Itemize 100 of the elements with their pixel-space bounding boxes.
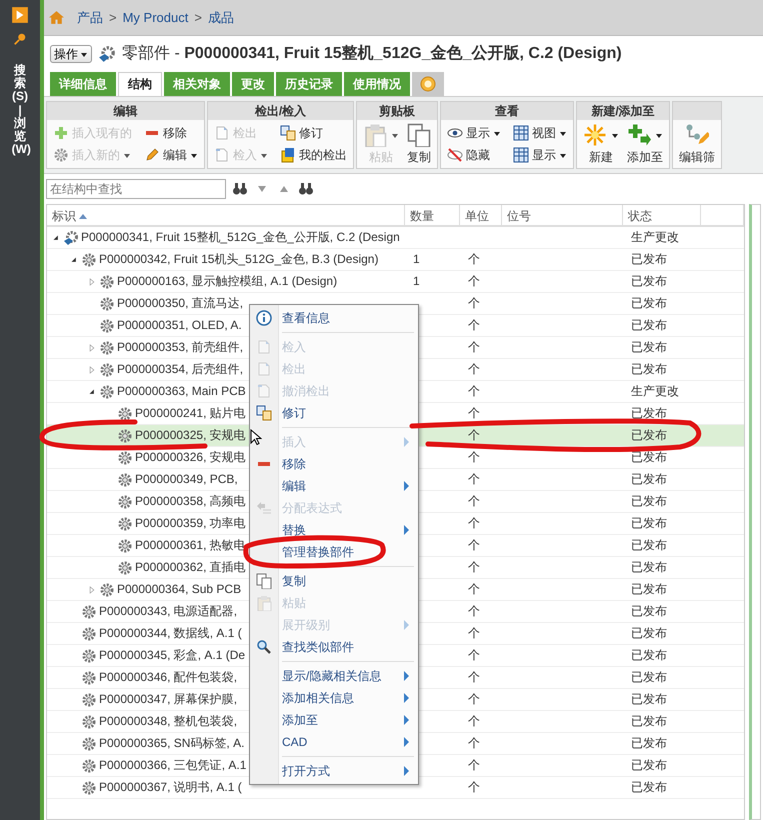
tree-toggle-icon[interactable] xyxy=(51,232,61,242)
toolbar-button[interactable]: 隐藏 xyxy=(445,145,503,165)
toolbar-button[interactable]: 添加至 xyxy=(625,122,665,166)
toolbar-button[interactable]: 修订 xyxy=(278,123,349,143)
column-header[interactable]: 标识 xyxy=(47,205,405,227)
unit-cell-text: 个 xyxy=(467,273,481,290)
breadcrumb-link[interactable]: 成品 xyxy=(208,8,234,28)
tab[interactable]: 结构 xyxy=(118,72,162,96)
unit-cell-text: 个 xyxy=(467,735,481,752)
sidebar-label[interactable]: 搜索(S) | 浏览(W) xyxy=(12,64,28,156)
unit-cell-text: 个 xyxy=(467,317,481,334)
menu-item[interactable]: CAD xyxy=(250,731,418,753)
search-field[interactable]: 在结构中查找 xyxy=(46,179,226,199)
group-title: 剪贴板 xyxy=(357,102,437,120)
status-cell-text: 已发布 xyxy=(630,713,668,730)
toolbar-button[interactable]: 显示 xyxy=(511,145,569,165)
tree-toggle-icon[interactable] xyxy=(87,364,97,374)
unit-cell-text: 个 xyxy=(467,559,481,576)
column-header[interactable]: 单位 xyxy=(460,205,502,227)
gear-icon xyxy=(117,560,133,576)
toolbar-button[interactable]: 移除 xyxy=(142,123,200,143)
menu-item[interactable]: 显示/隐藏相关信息 xyxy=(250,665,418,687)
gear-icon xyxy=(81,670,97,686)
pin-icon xyxy=(13,32,27,46)
gear-icon xyxy=(81,758,97,774)
gear-icon xyxy=(99,318,115,334)
submenu-arrow-icon xyxy=(402,765,410,777)
tree-toggle-icon[interactable] xyxy=(87,276,97,286)
group-title: 新建/添加至 xyxy=(577,102,669,120)
menu-item[interactable]: 修订 xyxy=(250,402,418,424)
toolbar-button[interactable]: 我的检出 xyxy=(278,145,349,165)
gear-icon xyxy=(117,450,133,466)
tree-row[interactable]: P000000342, Fruit 15机头_512G_金色, B.3 (Design) 1 个 已发布 xyxy=(47,249,744,271)
column-header[interactable]: 位号 xyxy=(502,205,623,227)
menu-item[interactable]: 替换 xyxy=(250,519,418,541)
tree-toggle-icon[interactable] xyxy=(87,342,97,352)
caret-icon xyxy=(123,151,131,159)
caret-icon xyxy=(190,151,198,159)
home-button[interactable] xyxy=(48,9,65,26)
toolbar-button[interactable]: 编辑筛 xyxy=(677,122,717,166)
part-label: P000000348, 整机包装袋, xyxy=(99,713,238,730)
status-cell-text: 已发布 xyxy=(630,559,668,576)
toolbar-button[interactable]: 编辑 xyxy=(142,145,200,165)
unit-cell-text: 个 xyxy=(467,361,481,378)
submenu-arrow-icon xyxy=(402,524,410,536)
column-header[interactable]: 状态 xyxy=(623,205,701,227)
tree-row[interactable]: P000000163, 显示触控模组, A.1 (Design) 1 个 已发布 xyxy=(47,271,744,293)
tree-toggle-icon[interactable] xyxy=(69,254,79,264)
unit-cell-text: 个 xyxy=(467,471,481,488)
pencil-icon xyxy=(144,147,160,163)
unit-cell-text: 个 xyxy=(467,383,481,400)
assembly-icon xyxy=(63,230,79,246)
revise-icon xyxy=(280,125,296,141)
breadcrumb-separator: > xyxy=(194,8,202,27)
menu-item[interactable]: 添加至 xyxy=(250,709,418,731)
menu-item[interactable]: 编辑 xyxy=(250,475,418,497)
status-cell-text: 已发布 xyxy=(630,647,668,664)
breadcrumb-link[interactable]: 产品 xyxy=(77,8,103,28)
status-cell-text: 已发布 xyxy=(630,405,668,422)
submenu-arrow-icon xyxy=(402,736,410,748)
toolbar-button[interactable]: 视图 xyxy=(511,123,569,143)
revise-icon xyxy=(256,405,272,421)
tree-toggle-icon[interactable] xyxy=(87,386,97,396)
menu-item[interactable]: 查找类似部件 xyxy=(250,636,418,658)
status-cell-text: 已发布 xyxy=(630,515,668,532)
status-cell-text: 已发布 xyxy=(630,691,668,708)
quantity-cell-text: 1 xyxy=(412,273,421,290)
search-button[interactable] xyxy=(232,181,248,197)
status-cell-text: 已发布 xyxy=(630,493,668,510)
status-cell-text: 已发布 xyxy=(630,581,668,598)
menu-item[interactable]: 移除 xyxy=(250,453,418,475)
part-label: P000000363, Main PCB xyxy=(117,383,246,400)
part-label: P000000362, 直插电 xyxy=(135,559,246,576)
unit-cell-text: 个 xyxy=(467,537,481,554)
part-label: P000000367, 说明书, A.1 ( xyxy=(99,779,242,796)
submenu-arrow-icon xyxy=(402,436,410,448)
status-cell-text: 已发布 xyxy=(630,537,668,554)
part-label: P000000349, PCB, xyxy=(135,471,238,488)
unit-cell-text: 个 xyxy=(467,713,481,730)
gear-icon xyxy=(99,340,115,356)
unit-cell-text: 个 xyxy=(467,603,481,620)
tree-toggle-icon[interactable] xyxy=(87,584,97,594)
breadcrumb-link[interactable]: My Product xyxy=(122,8,188,28)
menu-item[interactable]: 添加相关信息 xyxy=(250,687,418,709)
submenu-arrow-icon xyxy=(402,670,410,682)
toolbar-button[interactable]: 显示 xyxy=(445,123,503,143)
unit-cell-text: 个 xyxy=(467,779,481,796)
toolbar-button[interactable]: 新建 xyxy=(581,122,621,166)
binoculars-button[interactable] xyxy=(298,181,314,197)
column-header[interactable]: 数量 xyxy=(405,205,460,227)
copy-icon xyxy=(407,122,431,146)
clipboard-icon xyxy=(256,595,272,611)
part-icon xyxy=(98,45,116,63)
actions-button[interactable]: 操作 xyxy=(50,45,92,63)
toolbar-button[interactable]: 复制 xyxy=(405,122,433,166)
tree-row[interactable]: P000000341, Fruit 15整机_512G_金色_公开版, C.2 (Design 生产更改 xyxy=(47,227,744,249)
plus-arrow-icon xyxy=(627,122,651,146)
add-tab[interactable] xyxy=(412,72,444,96)
unit-cell-text: 个 xyxy=(467,625,481,642)
part-label: P000000342, Fruit 15机头_512G_金色, B.3 (Design) xyxy=(99,251,378,268)
